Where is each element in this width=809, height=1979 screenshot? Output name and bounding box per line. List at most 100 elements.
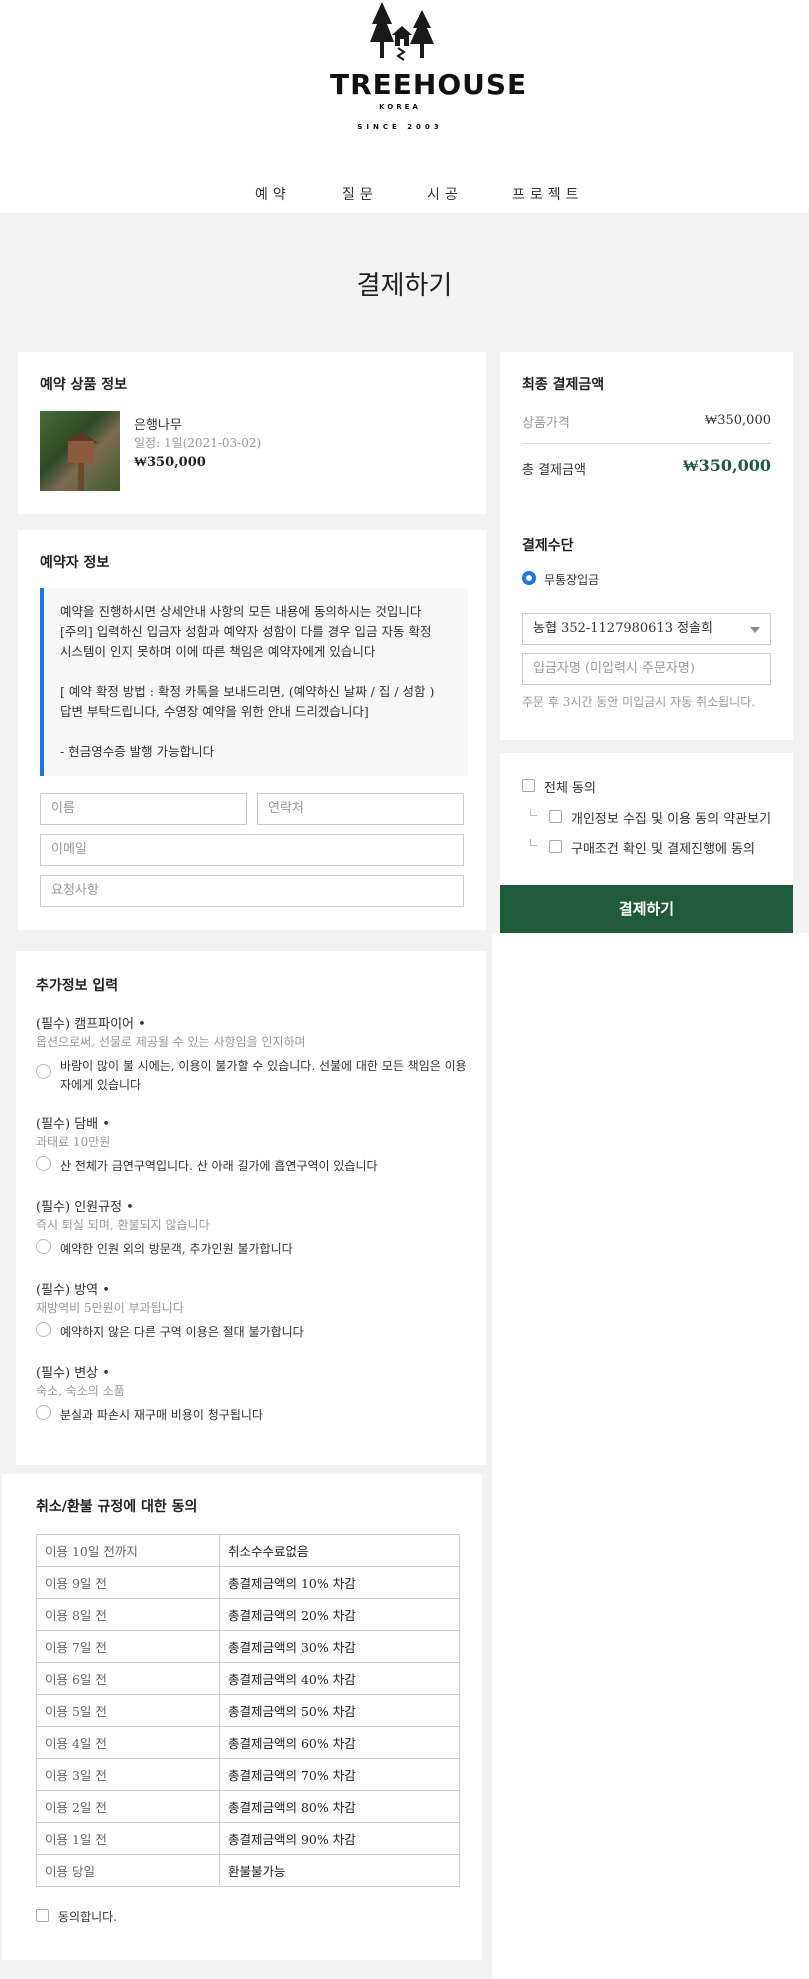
bank-transfer-radio[interactable]: [522, 571, 536, 585]
agree-purchase-label: 구매조건 확인 및 결제진행에 동의: [571, 842, 755, 857]
table-row: 이용 7일 전 총결제금액의 30% 차감: [36, 1630, 460, 1663]
bank-transfer-label: 무통장입금: [544, 573, 600, 587]
table-row: 이용 4일 전 총결제금액의 60% 차감: [36, 1726, 460, 1759]
nav-question[interactable]: 질문: [342, 184, 378, 204]
table-row: 이용 9일 전 총결제금액의 10% 차감: [36, 1566, 460, 1599]
smoking-radio[interactable]: [36, 1156, 51, 1171]
phone-input[interactable]: 연락처: [257, 793, 464, 825]
booker-section-title: 예약자 정보: [40, 555, 110, 571]
payment-section-title: 결제수단: [522, 538, 574, 554]
brand-since: SINCE 2003: [357, 123, 443, 131]
occupancy-radio[interactable]: [36, 1239, 51, 1254]
nav-construction[interactable]: 시공: [427, 184, 463, 204]
agree-purchase-checkbox[interactable]: [549, 840, 562, 853]
email-input[interactable]: 이메일: [40, 834, 464, 866]
table-row: 이용 10일 전까지 취소수수료없음: [36, 1534, 460, 1567]
booker-card: 예약자 정보 예약을 진행하시면 상세안내 사항의 모든 내용에 동의하시는 것…: [18, 530, 486, 930]
notice-line: [60, 722, 452, 742]
notice-line: 답변 부탁드립니다, 수영장 예약을 위한 안내 드리겠습니다]: [60, 704, 369, 719]
notice-line: [주의] 입력하신 입금자 성함과 예약자 성함이 다를 경우 입금 자동 확정: [60, 624, 432, 639]
bank-account-select[interactable]: 농협 352-1127980613 정솔희: [522, 613, 771, 645]
refund-period: 이용 2일 전: [36, 1790, 220, 1823]
notice-line: 예약을 진행하시면 상세안내 사항의 모든 내용에 동의하시는 것입니다: [60, 604, 422, 619]
tree-connector: [530, 839, 537, 846]
request-input[interactable]: 요청사항: [40, 875, 464, 907]
extra-item-title: (필수) 담배 •: [36, 1117, 110, 1132]
compensation-radio[interactable]: [36, 1405, 51, 1420]
extra-item-desc: 숙소, 숙소의 소품: [36, 1384, 125, 1398]
name-input[interactable]: 이름: [40, 793, 247, 825]
agree-all-label: 전체 동의: [544, 781, 596, 796]
extra-item-option: 예약한 인원 외의 방문객, 추가인원 불가합니다: [60, 1242, 293, 1256]
refund-period: 이용 5일 전: [36, 1694, 220, 1727]
refund-policy: 총결제금액의 10% 차감: [219, 1566, 460, 1599]
refund-period: 이용 당일: [36, 1854, 220, 1887]
agree-privacy-label[interactable]: 개인정보 수집 및 이용 동의 약관보기: [571, 808, 771, 827]
refund-policy: 총결제금액의 30% 차감: [219, 1630, 460, 1663]
refund-policy: 총결제금액의 70% 차감: [219, 1758, 460, 1791]
summary-section-title: 최종 결제금액: [522, 377, 605, 393]
brand-name: TREEHOUSE: [330, 68, 528, 101]
refund-agree-label: 동의합니다.: [58, 1910, 118, 1924]
extra-item-option: 산 전체가 금연구역입니다. 산 아래 길가에 흡연구역이 있습니다: [60, 1159, 378, 1173]
extra-item-title: (필수) 인원규정 •: [36, 1200, 134, 1215]
table-row: 이용 당일 환불불가능: [36, 1854, 460, 1887]
booking-notice: 예약을 진행하시면 상세안내 사항의 모든 내용에 동의하시는 것입니다 [주의…: [40, 588, 468, 776]
refund-policy: 총결제금액의 50% 차감: [219, 1694, 460, 1727]
refund-policy: 총결제금액의 60% 차감: [219, 1726, 460, 1759]
tree-connector: [530, 809, 537, 816]
agreement-card: 전체 동의 개인정보 수집 및 이용 동의 약관보기 구매조건 확인 및 결제진…: [500, 753, 793, 885]
extra-item-desc: 과태료 10만원: [36, 1135, 111, 1149]
nav-project[interactable]: 프로젝트: [512, 184, 584, 204]
agree-all-checkbox[interactable]: [522, 779, 535, 792]
product-price: ₩350,000: [134, 455, 206, 470]
refund-policy: 총결제금액의 80% 차감: [219, 1790, 460, 1823]
bank-account-value: 농협 352-1127980613 정솔희: [533, 621, 713, 636]
item-price-value: ₩350,000: [704, 413, 771, 428]
chevron-down-icon: [750, 627, 760, 633]
extra-section-title: 추가정보 입력: [36, 978, 119, 994]
table-row: 이용 1일 전 총결제금액의 90% 차감: [36, 1822, 460, 1855]
pay-button[interactable]: 결제하기: [500, 885, 793, 933]
table-row: 이용 2일 전 총결제금액의 80% 차감: [36, 1790, 460, 1823]
payment-card: 결제수단 무통장입금 농협 352-1127980613 정솔희 입금자명 (미…: [500, 513, 793, 740]
extra-item-option: 바람이 많이 불 시에는, 이용이 불가할 수 있습니다. 선불에 대한 모든 …: [60, 1059, 467, 1073]
refund-period: 이용 7일 전: [36, 1630, 220, 1663]
treehouse-logo[interactable]: TREEHOUSE KOREA SINCE 2003: [330, 2, 528, 142]
refund-period: 이용 3일 전: [36, 1758, 220, 1791]
table-row: 이용 3일 전 총결제금액의 70% 차감: [36, 1758, 460, 1791]
summary-divider: [522, 443, 771, 444]
refund-agree-checkbox[interactable]: [36, 1909, 49, 1922]
nav-reservation[interactable]: 예약: [255, 184, 291, 204]
agree-privacy-checkbox[interactable]: [549, 810, 562, 823]
extra-item-desc: 재방역비 5만원이 부과됩니다: [36, 1301, 184, 1315]
refund-policy: 취소수수료없음: [219, 1534, 460, 1567]
refund-period: 이용 9일 전: [36, 1566, 220, 1599]
refund-policy: 환불불가능: [219, 1854, 460, 1887]
depositor-input[interactable]: 입금자명 (미입력시 주문자명): [522, 653, 771, 685]
notice-line: 시스템이 인지 못하며 이에 따른 책임은 예약자에게 있습니다: [60, 644, 376, 659]
extra-item-desc: 옵션으로써, 선물로 제공될 수 있는 사항임을 인지하며: [36, 1035, 306, 1049]
summary-card: 최종 결제금액 상품가격 ₩350,000 총 결제금액 ₩350,000: [500, 352, 793, 514]
notice-line: [60, 662, 452, 682]
notice-line: - 현금영수증 발행 가능합니다: [60, 744, 215, 759]
disinfection-radio[interactable]: [36, 1322, 51, 1337]
refund-section-title: 취소/환불 규정에 대한 동의: [36, 1499, 198, 1515]
refund-period: 이용 8일 전: [36, 1598, 220, 1631]
refund-policy: 총결제금액의 40% 차감: [219, 1662, 460, 1695]
product-image[interactable]: [40, 411, 120, 491]
extra-item-option: 예약하지 않은 다른 구역 이용은 절대 불가합니다: [60, 1325, 304, 1339]
trees-logo-icon: [370, 2, 434, 61]
refund-table: 이용 10일 전까지 취소수수료없음 이용 9일 전 총결제금액의 10% 차감 이…: [36, 1534, 460, 1887]
notice-line: [ 예약 확정 방법 : 확정 카톡을 보내드리면, (예약하신 날짜 / 집 …: [60, 684, 435, 699]
refund-period: 이용 10일 전까지: [36, 1534, 220, 1567]
extra-item-option: 분실과 파손시 재구매 비용이 청구됩니다: [60, 1408, 263, 1422]
product-section-title: 예약 상품 정보: [40, 377, 128, 393]
site-header: TREEHOUSE KOREA SINCE 2003 예약 질문 시공 프로젝트: [0, 0, 809, 213]
main-nav: 예약 질문 시공 프로젝트: [0, 184, 809, 204]
campfire-radio[interactable]: [36, 1064, 51, 1079]
item-price-label: 상품가격: [522, 416, 570, 431]
product-card: 예약 상품 정보 은행나무 일정: 1일(2021-03-02) ₩350,00…: [18, 352, 486, 514]
extra-item-option: 자에게 있습니다: [60, 1078, 142, 1092]
payment-note: 주문 후 3시간 동안 미입금시 자동 취소됩니다.: [522, 695, 756, 709]
